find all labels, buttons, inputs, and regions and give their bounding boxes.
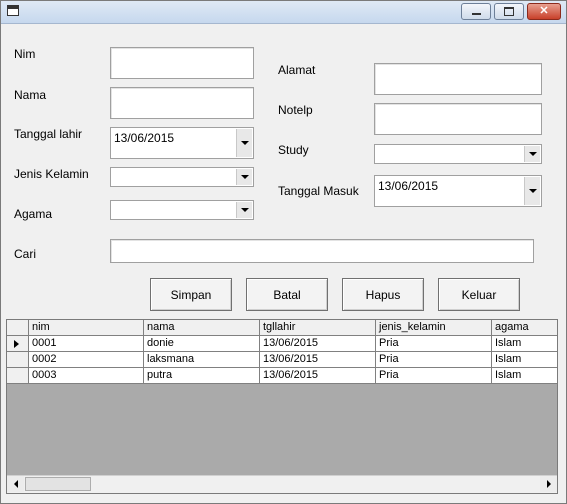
alamat-input[interactable] [374,63,542,95]
cell-agama[interactable]: Islam [492,336,557,352]
window-icon [7,5,19,16]
tanggal-lahir-picker[interactable]: 13/06/2015 [110,127,254,159]
cell-nim[interactable]: 0001 [29,336,144,352]
cell-jenis-kelamin[interactable]: Pria [376,368,492,384]
agama-select[interactable] [110,200,254,220]
nama-label: Nama [14,88,47,102]
nama-input[interactable] [110,87,254,119]
nim-input[interactable] [110,47,254,79]
grid-header-row: nim nama tgllahir jenis_kelamin agama [7,320,557,336]
cell-jenis-kelamin[interactable]: Pria [376,352,492,368]
cell-nama[interactable]: donie [144,336,260,352]
scroll-left-button[interactable] [7,476,24,492]
close-icon: ✕ [539,5,549,17]
minimize-icon [471,13,481,15]
row-selector[interactable] [7,368,29,384]
cell-nim[interactable]: 0003 [29,368,144,384]
tanggal-masuk-value: 13/06/2015 [378,179,439,193]
column-header-jenis-kelamin[interactable]: jenis_kelamin [376,320,492,336]
maximize-icon [504,7,514,16]
row-selector[interactable] [7,352,29,368]
study-select[interactable] [374,144,542,164]
nim-label: Nim [14,47,36,61]
table-row[interactable]: 0001 donie 13/06/2015 Pria Islam [7,336,557,352]
close-button[interactable]: ✕ [527,3,561,20]
tanggal-lahir-dropdown-button[interactable] [236,129,252,157]
current-row-indicator-icon [14,340,19,348]
grid-corner[interactable] [7,320,29,336]
alamat-label: Alamat [278,63,316,77]
data-grid[interactable]: nim nama tgllahir jenis_kelamin agama 00… [6,319,558,494]
app-window: ✕ Nim Nama Tanggal lahir 13/06/2015 Jeni… [0,0,567,504]
cell-tgllahir[interactable]: 13/06/2015 [260,368,376,384]
study-label: Study [278,143,309,157]
chevron-down-icon [528,189,537,193]
tanggal-masuk-picker[interactable]: 13/06/2015 [374,175,542,207]
jenis-kelamin-label: Jenis Kelamin [14,167,89,181]
notelp-input[interactable] [374,103,542,135]
jenis-kelamin-dropdown-button[interactable] [236,169,252,185]
notelp-label: Notelp [278,103,313,117]
hapus-button[interactable]: Hapus [342,278,424,311]
chevron-down-icon [240,175,249,179]
cell-tgllahir[interactable]: 13/06/2015 [260,336,376,352]
agama-label: Agama [14,207,53,221]
tanggal-masuk-label: Tanggal Masuk [278,184,359,198]
column-header-nim[interactable]: nim [29,320,144,336]
cell-tgllahir[interactable]: 13/06/2015 [260,352,376,368]
cell-nama[interactable]: laksmana [144,352,260,368]
scroll-right-icon [546,480,551,488]
table-row[interactable]: 0003 putra 13/06/2015 Pria Islam [7,368,557,384]
column-header-nama[interactable]: nama [144,320,260,336]
keluar-button[interactable]: Keluar [438,278,520,311]
cell-jenis-kelamin[interactable]: Pria [376,336,492,352]
scrollbar-thumb[interactable] [25,477,91,491]
chevron-down-icon [528,152,537,156]
column-header-tgllahir[interactable]: tgllahir [260,320,376,336]
cari-input[interactable] [110,239,534,263]
tanggal-masuk-dropdown-button[interactable] [524,177,540,205]
scroll-left-icon [13,480,18,488]
batal-button[interactable]: Batal [246,278,328,311]
agama-dropdown-button[interactable] [236,202,252,218]
chevron-down-icon [240,141,249,145]
row-selector[interactable] [7,336,29,352]
cell-agama[interactable]: Islam [492,368,557,384]
cari-label: Cari [14,247,37,261]
tanggal-lahir-value: 13/06/2015 [114,131,175,145]
cell-nama[interactable]: putra [144,368,260,384]
cell-nim[interactable]: 0002 [29,352,144,368]
scroll-right-button[interactable] [540,476,557,492]
chevron-down-icon [240,208,249,212]
cell-agama[interactable]: Islam [492,352,557,368]
horizontal-scrollbar[interactable] [7,475,557,493]
study-dropdown-button[interactable] [524,146,540,162]
jenis-kelamin-select[interactable] [110,167,254,187]
minimize-button[interactable] [461,3,491,20]
table-row[interactable]: 0002 laksmana 13/06/2015 Pria Islam [7,352,557,368]
tanggal-lahir-label: Tanggal lahir [14,127,83,141]
maximize-button[interactable] [494,3,524,20]
column-header-agama[interactable]: agama [492,320,557,336]
simpan-button[interactable]: Simpan [150,278,232,311]
title-bar[interactable]: ✕ [1,1,566,24]
